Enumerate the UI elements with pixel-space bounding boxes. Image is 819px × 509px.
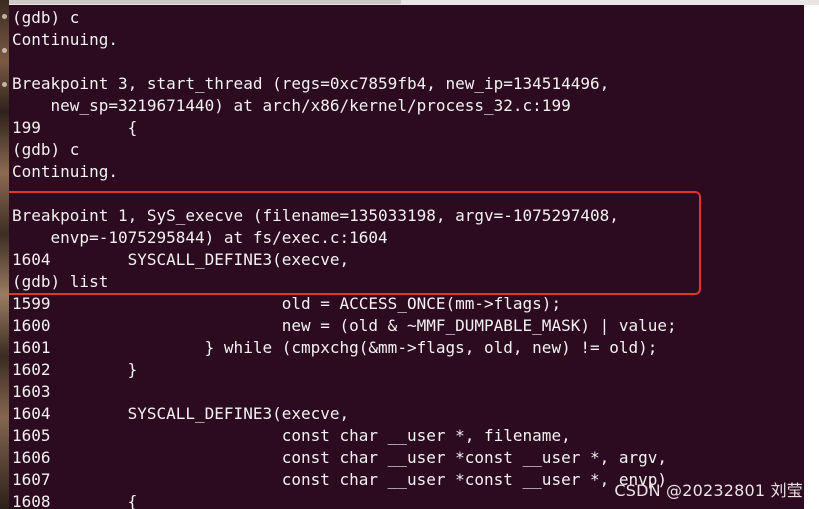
tab-strip-left xyxy=(9,0,401,4)
terminal-line: 1599 old = ACCESS_ONCE(mm->flags); xyxy=(12,294,562,313)
terminal-line: Breakpoint 3, start_thread (regs=0xc7859… xyxy=(12,74,610,93)
watermark: CSDN @20232801 刘莹 xyxy=(614,481,803,500)
terminal-line: new_sp=3219671440) at arch/x86/kernel/pr… xyxy=(12,96,571,115)
desktop-wallpaper-detail xyxy=(2,48,7,53)
adjacent-window-edge xyxy=(804,5,819,509)
terminal-line: Continuing. xyxy=(12,30,118,49)
terminal-line: 1601 } while (cmpxchg(&mm->flags, old, n… xyxy=(12,338,658,357)
terminal-line: 199 { xyxy=(12,118,138,137)
terminal-line: 1603 xyxy=(12,382,51,401)
desktop-background-strip xyxy=(0,0,9,509)
terminal-line: 1602 } xyxy=(12,360,138,379)
terminal-window[interactable]: (gdb) c Continuing. Breakpoint 3, start_… xyxy=(9,5,804,509)
terminal-line: 1600 new = (old & ~MMF_DUMPABLE_MASK) | … xyxy=(12,316,677,335)
terminal-line: (gdb) c xyxy=(12,8,80,27)
breakpoint-highlight-box xyxy=(9,191,701,295)
terminal-line: (gdb) c xyxy=(12,140,80,159)
terminal-line: 1607 const char __user *const __user *, … xyxy=(12,470,668,489)
desktop-wallpaper-detail xyxy=(2,14,7,19)
desktop-wallpaper-detail xyxy=(2,82,7,87)
terminal-line: 1604 SYSCALL_DEFINE3(execve, xyxy=(12,404,350,423)
terminal-line: 1606 const char __user *const __user *, … xyxy=(12,448,668,467)
terminal-line: 1608 { xyxy=(12,492,138,509)
terminal-line: 1605 const char __user *, filename, xyxy=(12,426,571,445)
terminal-line: Continuing. xyxy=(12,162,118,181)
